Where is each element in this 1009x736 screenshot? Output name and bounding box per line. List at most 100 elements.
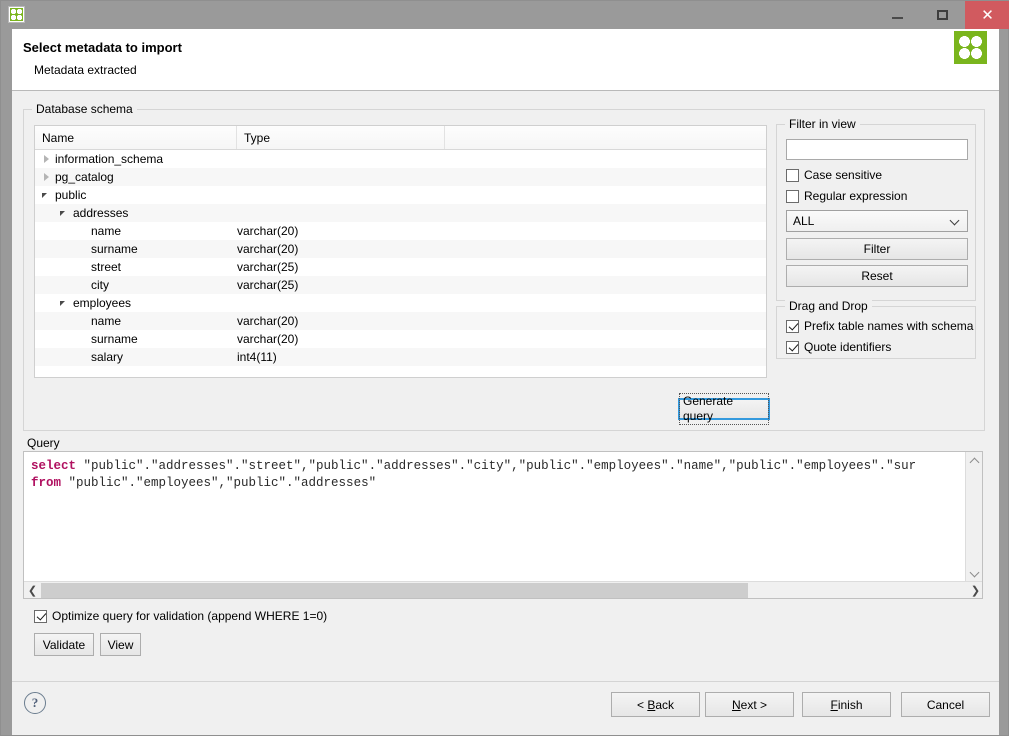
tree-spacer-icon <box>77 316 88 327</box>
table-row[interactable]: cityvarchar(25) <box>35 276 766 294</box>
back-button[interactable]: < Back <box>611 692 700 717</box>
optimize-query-checkbox[interactable] <box>34 610 47 623</box>
table-row[interactable]: public <box>35 186 766 204</box>
drag-and-drop-legend: Drag and Drop <box>785 299 872 313</box>
column-header-type[interactable]: Type <box>237 126 445 149</box>
query-horizontal-scrollbar[interactable]: ❮ ❯ <box>24 581 983 598</box>
scroll-up-button[interactable] <box>966 452 983 469</box>
tree-node-label: public <box>55 188 86 202</box>
reset-button[interactable]: Reset <box>786 265 968 287</box>
filter-input[interactable] <box>786 139 968 160</box>
close-button[interactable]: ✕ <box>965 1 1009 29</box>
tree-spacer-icon <box>77 352 88 363</box>
maximize-icon <box>937 10 948 20</box>
collapse-triangle-icon[interactable] <box>59 208 70 219</box>
regular-expression-label: Regular expression <box>804 189 907 203</box>
filter-in-view-legend: Filter in view <box>785 117 860 131</box>
sql-keyword-select: select <box>31 459 76 473</box>
tree-spacer-icon <box>77 226 88 237</box>
minimize-icon <box>892 17 903 19</box>
prefix-table-names-checkbox[interactable] <box>786 320 799 333</box>
next-button[interactable]: Next > <box>705 692 794 717</box>
chevron-up-icon <box>970 457 980 467</box>
table-row[interactable]: employees <box>35 294 766 312</box>
prefix-table-names-label: Prefix table names with schema <box>804 319 973 333</box>
generate-query-button[interactable]: Generate query <box>678 398 770 420</box>
reset-button-label: Reset <box>861 269 892 283</box>
scroll-left-button[interactable]: ❮ <box>24 582 41 599</box>
table-row[interactable]: streetvarchar(25) <box>35 258 766 276</box>
tree-node-name-cell: name <box>35 224 237 238</box>
regular-expression-checkbox-row[interactable]: Regular expression <box>786 189 907 203</box>
query-sql-text: select "public"."addresses"."street","pu… <box>31 458 962 492</box>
help-icon[interactable]: ? <box>24 692 46 714</box>
dialog-body: Database schema Name Type information_sc… <box>12 91 999 681</box>
tree-node-name-cell: employees <box>35 296 237 310</box>
maximize-button[interactable] <box>920 1 965 29</box>
tree-node-name-cell: addresses <box>35 206 237 220</box>
view-button-label: View <box>108 638 134 652</box>
tree-node-type-cell: varchar(25) <box>237 260 445 274</box>
next-button-label: Next > <box>732 698 767 712</box>
collapse-triangle-icon[interactable] <box>41 190 52 201</box>
query-vertical-scrollbar[interactable] <box>965 452 982 582</box>
case-sensitive-label: Case sensitive <box>804 168 882 182</box>
validate-button-label: Validate <box>43 638 85 652</box>
regular-expression-checkbox[interactable] <box>786 190 799 203</box>
tree-node-type-cell: varchar(20) <box>237 314 445 328</box>
tree-node-label: surname <box>91 242 138 256</box>
horizontal-scroll-thumb[interactable] <box>41 583 748 598</box>
collapse-triangle-icon[interactable] <box>59 298 70 309</box>
scroll-down-button[interactable] <box>966 565 983 582</box>
tree-node-label: name <box>91 314 121 328</box>
optimize-query-checkbox-row[interactable]: Optimize query for validation (append WH… <box>34 609 327 623</box>
table-row[interactable]: name varchar(20) <box>35 312 766 330</box>
query-legend: Query <box>23 436 64 450</box>
finish-button[interactable]: Finish <box>802 692 891 717</box>
table-row[interactable]: information_schema <box>35 150 766 168</box>
table-row[interactable]: surnamevarchar(20) <box>35 330 766 348</box>
tree-node-label: information_schema <box>55 152 163 166</box>
view-button[interactable]: View <box>100 633 141 656</box>
tree-node-name-cell: name <box>35 314 237 328</box>
column-header-name[interactable]: Name <box>35 126 237 149</box>
expand-triangle-icon[interactable] <box>41 172 52 183</box>
tree-spacer-icon <box>77 280 88 291</box>
filter-scope-dropdown[interactable]: ALL <box>786 210 968 232</box>
query-editor[interactable]: select "public"."addresses"."street","pu… <box>23 451 983 599</box>
tree-node-label: employees <box>73 296 131 310</box>
table-row[interactable]: addresses <box>35 204 766 222</box>
tree-node-name-cell: pg_catalog <box>35 170 237 184</box>
tree-node-label: name <box>91 224 121 238</box>
case-sensitive-checkbox[interactable] <box>786 169 799 182</box>
scroll-right-button[interactable]: ❯ <box>967 582 983 599</box>
table-row[interactable]: pg_catalog <box>35 168 766 186</box>
minimize-button[interactable] <box>875 1 920 29</box>
query-group: Query select "public"."addresses"."stree… <box>23 441 985 601</box>
table-row[interactable]: namevarchar(20) <box>35 222 766 240</box>
title-bar: ✕ <box>1 1 1009 29</box>
sql-line1-rest: "public"."addresses"."street","public"."… <box>76 459 916 473</box>
prefix-table-names-checkbox-row[interactable]: Prefix table names with schema <box>786 319 973 333</box>
schema-tree-header: Name Type <box>35 126 766 150</box>
tree-node-label: addresses <box>73 206 128 220</box>
drag-and-drop-group: Drag and Drop Prefix table names with sc… <box>776 306 976 359</box>
sql-line2-rest: "public"."employees","public"."addresses… <box>61 476 376 490</box>
table-row[interactable]: surnamevarchar(20) <box>35 240 766 258</box>
tree-node-name-cell: salary <box>35 350 237 364</box>
quote-identifiers-checkbox-row[interactable]: Quote identifiers <box>786 340 891 354</box>
tree-node-type-cell: int4(11) <box>237 350 445 364</box>
validate-button[interactable]: Validate <box>34 633 94 656</box>
finish-button-label: Finish <box>830 698 862 712</box>
filter-scope-value: ALL <box>793 214 814 228</box>
case-sensitive-checkbox-row[interactable]: Case sensitive <box>786 168 882 182</box>
chevron-down-icon <box>970 567 980 577</box>
quote-identifiers-checkbox[interactable] <box>786 341 799 354</box>
cancel-button[interactable]: Cancel <box>901 692 990 717</box>
generate-query-label: Generate query <box>679 393 769 425</box>
table-row[interactable]: salaryint4(11) <box>35 348 766 366</box>
expand-triangle-icon[interactable] <box>41 154 52 165</box>
schema-tree[interactable]: Name Type information_schema pg_catalogpu… <box>34 125 767 378</box>
filter-button[interactable]: Filter <box>786 238 968 260</box>
tree-node-label: city <box>91 278 109 292</box>
